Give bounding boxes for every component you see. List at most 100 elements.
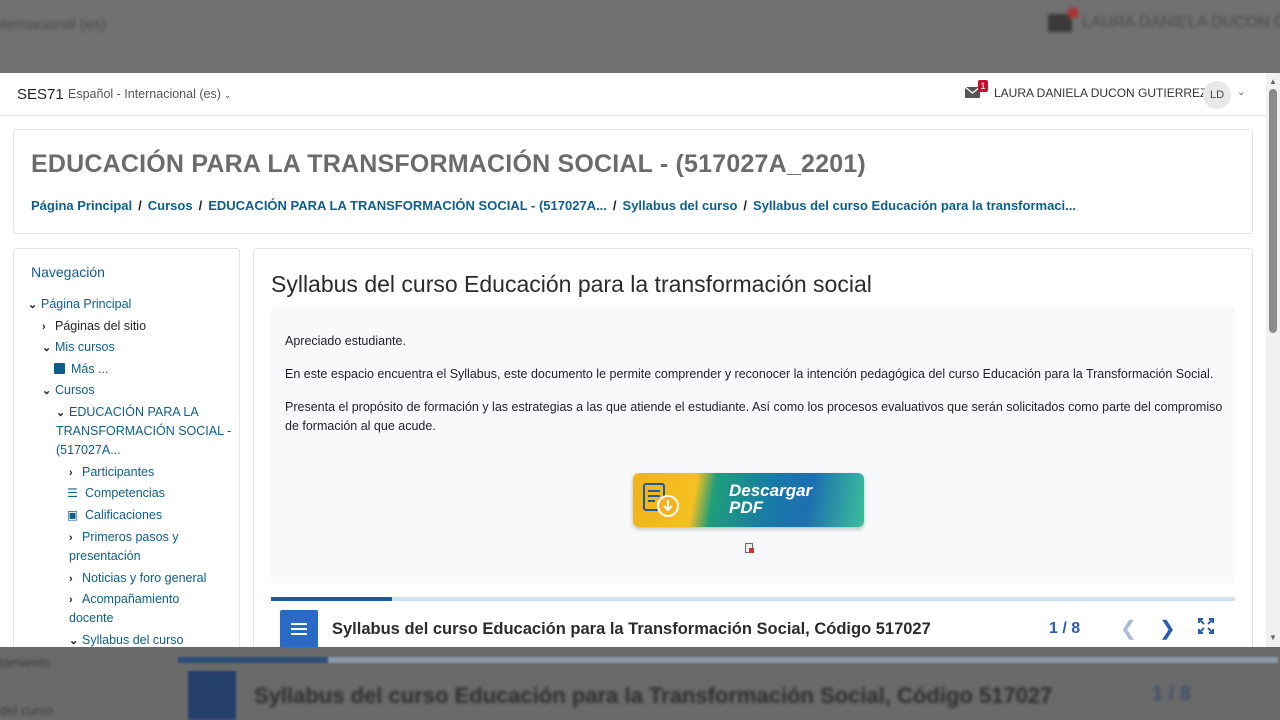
background-user-name: LAURA DANIELA DUCON GUTIERREZ — [1082, 14, 1280, 31]
top-navbar: SES71 Español - Internacional (es) ⌄ 1 LA… — [0, 73, 1266, 116]
background-nav-text-2: del curso — [0, 703, 53, 718]
file-icon[interactable] — [745, 543, 754, 553]
list-check-icon: ☰ — [67, 486, 78, 500]
next-page-button[interactable]: ❯ — [1159, 616, 1176, 641]
chevron-right-icon: › — [42, 321, 46, 333]
nav-item-label: Cursos — [55, 383, 95, 397]
nav-item-participantes[interactable]: › Participantes — [69, 463, 154, 483]
chevron-down-icon: ⌄ — [223, 90, 232, 100]
nav-item-label: Más ... — [71, 362, 109, 376]
nav-item-mis-cursos[interactable]: ⌄ Mis cursos — [42, 338, 115, 358]
viewer-menu-button[interactable] — [280, 610, 318, 647]
course-header: EDUCACIÓN PARA LA TRANSFORMACIÓN SOCIAL … — [13, 129, 1253, 234]
breadcrumb: Página Principal / Cursos / EDUCACIÓN PARA L… — [31, 198, 1076, 213]
viewer-title: Syllabus del curso Educación para la Tra… — [332, 620, 931, 638]
breadcrumb-home[interactable]: Página Principal — [31, 198, 132, 213]
breadcrumb-current[interactable]: Syllabus del curso Educación para la tra… — [753, 198, 1076, 213]
breadcrumb-separator: / — [138, 198, 142, 213]
nav-item-cursos[interactable]: ⌄ Cursos — [42, 381, 95, 401]
background-nav-text: tamiento — [0, 655, 50, 670]
scroll-down-icon[interactable]: ▼ — [1269, 633, 1277, 642]
site-brand[interactable]: SES71 — [17, 86, 64, 103]
nav-item-label: Mis cursos — [55, 340, 115, 354]
nav-item-label: Página Principal — [41, 297, 132, 311]
clipboard-icon: ▣ — [66, 508, 79, 522]
menu-icon — [291, 633, 307, 635]
background-language: nternacional (es) — [0, 16, 106, 33]
nav-item-label: Páginas del sitio — [55, 319, 147, 333]
nav-item-label: Calificaciones — [85, 508, 163, 522]
background-bottom: tamiento del curso Syllabus del curso Ed… — [0, 647, 1280, 720]
nav-item-label: Noticias y foro general — [82, 571, 207, 585]
background-menu-icon — [188, 671, 236, 720]
page-indicator: 1 / 8 — [1049, 620, 1081, 637]
chevron-down-icon: ⌄ — [69, 635, 79, 647]
scroll-thumb[interactable] — [1269, 89, 1277, 333]
breadcrumb-separator: / — [198, 198, 203, 213]
nav-item-mas[interactable]: Más ... — [54, 360, 109, 379]
syllabus-description: Apreciado estudiante. En este espacio en… — [271, 306, 1235, 583]
main-content: Syllabus del curso Educación para la tra… — [253, 248, 1253, 647]
avatar[interactable]: LD — [1203, 81, 1231, 109]
breadcrumb-section[interactable]: Syllabus del curso — [623, 198, 738, 213]
nav-item-syllabus[interactable]: ⌄ Syllabus del curso — [69, 631, 183, 647]
navigation-block: Navegación ⌄ Página Principal › Páginas de… — [13, 248, 240, 647]
language-selector[interactable]: Español - Internacional (es) ⌄ — [68, 87, 231, 101]
nav-item-course-line3[interactable]: (517027A... — [56, 441, 121, 460]
chevron-down-icon: ⌄ — [42, 342, 52, 354]
nav-item-course[interactable]: ⌄ EDUCACIÓN PARA LA — [56, 403, 199, 423]
greeting-text: Apreciado estudiante. — [285, 334, 406, 348]
pdf-button-label-line2: PDF — [729, 498, 763, 517]
nav-item-pagina-principal[interactable]: ⌄ Página Principal — [28, 295, 131, 315]
menu-icon — [291, 623, 307, 625]
nav-item-primeros-pasos[interactable]: › Primeros pasos y — [69, 528, 179, 548]
nav-item-label: EDUCACIÓN PARA LA — [69, 405, 199, 419]
description-paragraph-2: Presenta el propósito de formación y las… — [285, 400, 1223, 414]
nav-item-course-line2[interactable]: TRANSFORMACIÓN SOCIAL - — [56, 422, 231, 441]
chevron-right-icon: › — [69, 594, 73, 606]
nav-item-acompanamiento-line2[interactable]: docente — [69, 609, 113, 628]
chevron-down-icon: ⌄ — [56, 407, 66, 419]
scroll-up-icon[interactable]: ▲ — [1269, 77, 1277, 86]
breadcrumb-course[interactable]: EDUCACIÓN PARA LA TRANSFORMACIÓN SOCIAL … — [208, 198, 607, 213]
notification-badge: 1 — [978, 80, 988, 92]
page-scrollbar[interactable]: ▲ ▼ — [1266, 73, 1280, 647]
language-label: Español - Internacional (es) — [68, 87, 221, 101]
chevron-down-icon: ⌄ — [28, 299, 38, 311]
description-paragraph-1: En este espacio encuentra el Syllabus, e… — [285, 367, 1214, 381]
square-icon — [54, 363, 65, 374]
background-top: nternacional (es) LAURA DANIELA DUCON GU… — [0, 0, 1280, 73]
pdf-button-label: Descargar PDF — [729, 482, 812, 516]
background-page-count: 1 / 8 — [1152, 683, 1191, 705]
nav-item-acompanamiento[interactable]: › Acompañamiento — [69, 590, 179, 610]
viewer-progress-bar — [271, 597, 1235, 601]
navigation-title[interactable]: Navegación — [31, 264, 105, 280]
download-pdf-button[interactable]: Descargar PDF — [633, 473, 864, 527]
nav-item-label: Participantes — [82, 465, 155, 479]
breadcrumb-separator: / — [743, 198, 748, 213]
breadcrumb-courses[interactable]: Cursos — [148, 198, 193, 213]
background-progress — [178, 657, 1278, 663]
viewer-progress-fill — [271, 597, 392, 601]
document-download-icon — [643, 483, 679, 517]
previous-page-button[interactable]: ❮ — [1120, 616, 1137, 641]
nav-item-noticias[interactable]: › Noticias y foro general — [69, 569, 206, 589]
nav-item-primeros-pasos-line2[interactable]: presentación — [69, 547, 141, 566]
chevron-right-icon: › — [69, 467, 73, 479]
nav-item-calificaciones[interactable]: ▣ Calificaciones — [66, 506, 162, 525]
chevron-right-icon: › — [69, 532, 73, 544]
breadcrumb-separator: / — [612, 198, 617, 213]
nav-item-label: Primeros pasos y — [82, 530, 179, 544]
nav-item-label: Acompañamiento — [82, 592, 180, 606]
background-viewer-title: Syllabus del curso Educación para la Tra… — [254, 683, 1053, 708]
chevron-down-icon: ⌄ — [42, 385, 52, 397]
user-name[interactable]: LAURA DANIELA DUCON GUTIERREZ — [994, 86, 1207, 100]
background-mail-icon — [1048, 8, 1078, 32]
content-title: Syllabus del curso Educación para la tra… — [271, 271, 872, 297]
nav-item-paginas-sitio[interactable]: › Páginas del sitio — [42, 317, 146, 337]
nav-item-competencias[interactable]: ☰ Competencias — [66, 484, 165, 503]
nav-item-label: Syllabus del curso — [82, 633, 184, 647]
user-menu-chevron-icon[interactable]: ⌄ — [1237, 87, 1245, 98]
fullscreen-icon[interactable] — [1198, 618, 1214, 634]
menu-icon — [291, 628, 307, 630]
